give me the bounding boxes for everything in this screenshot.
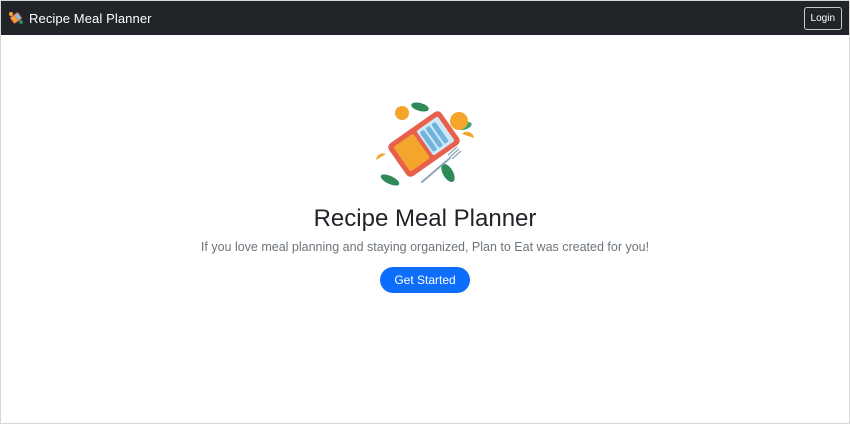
- get-started-button[interactable]: Get Started: [380, 267, 470, 293]
- meal-tray-icon: [9, 12, 23, 24]
- top-navbar: Recipe Meal Planner Login: [1, 1, 849, 35]
- navbar-brand[interactable]: Recipe Meal Planner: [8, 10, 152, 26]
- login-button[interactable]: Login: [803, 6, 842, 30]
- brand-name: Recipe Meal Planner: [29, 10, 152, 26]
- page-title: Recipe Meal Planner: [313, 205, 537, 232]
- meal-tray-illustration: [376, 102, 474, 186]
- hero-section: Recipe Meal Planner If you love meal pla…: [0, 35, 850, 424]
- page-subtitle: If you love meal planning and staying or…: [200, 240, 650, 254]
